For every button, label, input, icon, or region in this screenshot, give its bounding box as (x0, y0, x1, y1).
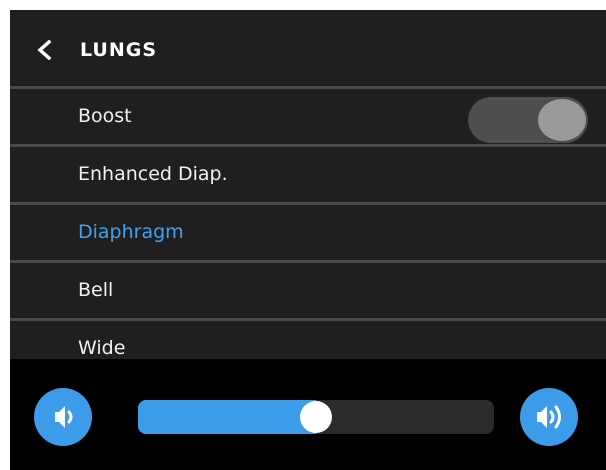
volume-low-icon (55, 406, 73, 428)
page-title: LUNGS (80, 39, 158, 61)
menu-item-bell[interactable]: Bell (10, 263, 606, 318)
menu-item-diaphragm[interactable]: Diaphragm (10, 205, 606, 260)
volume-high-icon (537, 405, 561, 429)
boost-toggle[interactable] (468, 97, 588, 143)
toggle-knob (538, 99, 586, 141)
menu-item-label: Wide (78, 337, 126, 359)
header-bar: LUNGS (10, 10, 606, 86)
menu-item-label: Diaphragm (78, 221, 184, 243)
menu-item-label: Bell (78, 279, 114, 301)
volume-down-button[interactable] (34, 388, 92, 446)
volume-up-button[interactable] (520, 388, 578, 446)
menu-item-label: Boost (78, 105, 132, 127)
menu-item-enhanced-diap[interactable]: Enhanced Diap. (10, 147, 606, 202)
menu-item-boost[interactable]: Boost (10, 89, 606, 144)
chevron-left-icon[interactable] (36, 40, 54, 60)
device-screen: LUNGS Boost Enhanced Diap. Diaphragm Bel… (10, 10, 606, 470)
volume-bar (10, 359, 606, 470)
volume-slider-thumb[interactable] (300, 401, 332, 433)
menu-item-label: Enhanced Diap. (78, 163, 228, 185)
volume-slider[interactable] (138, 400, 494, 434)
volume-slider-fill (138, 400, 316, 434)
